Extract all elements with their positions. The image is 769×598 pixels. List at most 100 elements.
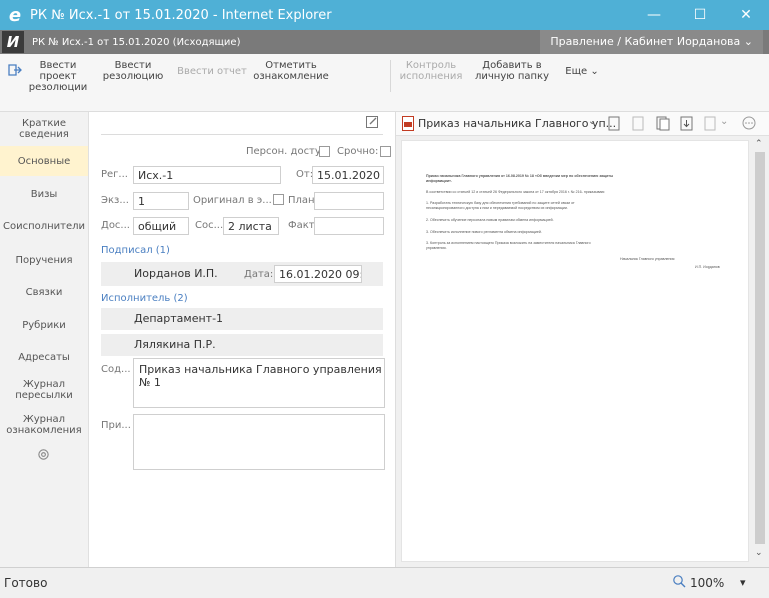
internet-explorer-icon: e [8, 4, 22, 26]
nav-label: сведения [19, 129, 69, 140]
download-icon[interactable] [680, 116, 694, 134]
execution-control-button[interactable]: Контроль исполнения [398, 60, 464, 82]
sign-date-field[interactable]: 16.01.2020 09:00 [274, 265, 362, 283]
nav-item-assignments[interactable]: Поручения [0, 246, 88, 274]
document-line: 3. Контроль за исполнением настоящего Пр… [426, 241, 591, 245]
viewer-scrollbar[interactable]: ⌃ ⌄ [752, 138, 768, 564]
signed-section-title[interactable]: Подписал (1) [101, 245, 170, 256]
more-button[interactable]: Еще ⌄ [560, 66, 604, 77]
nav-item-forwarding-log[interactable]: Журнал пересылки [0, 374, 88, 404]
nav-label: Журнал [22, 414, 66, 425]
zoom-level[interactable]: 100% [690, 576, 724, 590]
sign-date-label: Дата: [244, 269, 274, 280]
close-button[interactable]: ✕ [723, 7, 769, 23]
nav-item-summary[interactable]: Краткие сведения [0, 116, 88, 142]
copy-label: Экз... [101, 195, 129, 206]
urgent-checkbox[interactable] [380, 146, 391, 157]
edit-icon[interactable] [632, 116, 646, 134]
signature-name: И.П. Иорданов [695, 265, 720, 269]
button-label: Ввести отчет [177, 66, 247, 77]
nav-label: Связки [25, 287, 63, 298]
nav-label: Рубрики [22, 320, 66, 331]
nav-item-main[interactable]: Основные [0, 146, 88, 176]
zoom-dropdown-icon[interactable]: ▾ [740, 576, 746, 589]
add-to-personal-folder-button[interactable]: Добавить в личную папку [474, 60, 550, 82]
gear-icon[interactable] [37, 448, 50, 464]
executor-section-title[interactable]: Исполнитель (2) [101, 293, 188, 304]
nav-label: Основные [17, 156, 71, 167]
nav-item-visas[interactable]: Визы [0, 180, 88, 208]
personal-access-checkbox[interactable] [319, 146, 330, 157]
nav-item-acquaintance-log[interactable]: Журнал ознакомления [0, 410, 88, 440]
document-viewer: Приказ начальника Главного уп... ⌄ ⌄ При… [395, 112, 769, 567]
nav-label: Краткие [21, 118, 67, 129]
enter-draft-resolution-button[interactable]: Ввести проект резолюции [28, 60, 88, 93]
scroll-down-icon[interactable]: ⌄ [755, 548, 763, 558]
maximize-button[interactable]: ☐ [677, 7, 723, 23]
nav-label: Соисполнители [2, 221, 86, 232]
content-text: Приказ начальника Главного управления № … [139, 363, 382, 389]
nav-label: Адресаты [18, 352, 70, 363]
date-from-field[interactable]: 15.01.2020 [312, 166, 384, 184]
back-icon[interactable] [6, 62, 22, 81]
nav-label: Поручения [15, 255, 73, 266]
minimize-button[interactable]: — [631, 7, 677, 23]
copy-field[interactable]: 1 [133, 192, 189, 210]
toolbar-divider [390, 60, 391, 92]
reg-number-field[interactable]: Исх.-1 [133, 166, 281, 184]
executor-name: Лялякина П.Р. [134, 338, 216, 351]
nav-label: Визы [30, 189, 58, 200]
mark-acquaintance-button[interactable]: Отметить ознакомление [252, 60, 330, 82]
document-line: 2. Обеспечить обучение персонала новым п… [426, 218, 554, 222]
copy-icon[interactable] [656, 116, 670, 134]
nav-item-links[interactable]: Связки [0, 278, 88, 306]
executor-name: Департамент-1 [134, 312, 224, 325]
viewer-toolbar: Приказ начальника Главного уп... ⌄ ⌄ [396, 112, 769, 136]
original-checkbox[interactable] [273, 194, 284, 205]
nav-item-rubrics[interactable]: Рубрики [0, 310, 88, 338]
scroll-up-icon[interactable]: ⌃ [755, 139, 763, 149]
button-label: Ввести проект [39, 60, 77, 82]
document-icon[interactable] [704, 116, 718, 134]
edit-icon[interactable] [365, 115, 379, 132]
sheets-field[interactable]: 2 листа [223, 217, 279, 235]
zoom-icon[interactable] [672, 574, 686, 591]
document-line: информации». [426, 179, 453, 183]
chevron-down-icon[interactable]: ⌄ [588, 116, 596, 127]
chevron-down-icon: ⌄ [743, 35, 753, 48]
button-label: резолюцию [102, 71, 164, 82]
file-selector[interactable]: Приказ начальника Главного уп... [418, 117, 616, 130]
page-view-icon[interactable] [608, 116, 622, 134]
divider [101, 134, 383, 135]
sidebar-nav: Краткие сведения Основные Визы Соисполни… [0, 112, 89, 567]
scrollbar-thumb[interactable] [755, 152, 765, 544]
signer-name: Иорданов И.П. [134, 267, 218, 280]
access-field[interactable]: общий [133, 217, 189, 235]
nav-item-addressees[interactable]: Адресаты [0, 342, 88, 370]
enter-report-button[interactable]: Ввести отчет [176, 66, 248, 77]
document-line: 1. Разработать техническую базу для обес… [426, 201, 575, 205]
button-label: Еще ⌄ [565, 66, 599, 77]
date-from-label: От: [296, 169, 314, 180]
fact-field[interactable] [314, 217, 384, 235]
reg-number-label: Рег... [101, 169, 128, 180]
note-textarea[interactable] [133, 414, 385, 470]
button-label: Отметить [265, 60, 317, 71]
signature-title: Начальник Главного управления [620, 257, 675, 261]
nav-label: ознакомления [6, 425, 82, 436]
enter-resolution-button[interactable]: Ввести резолюцию [100, 60, 166, 82]
button-label: личную папку [474, 71, 549, 82]
user-selector[interactable]: Правление / Кабинет Иорданова ⌄ [540, 30, 763, 54]
access-label: Дос... [101, 220, 130, 231]
content-textarea[interactable]: Приказ начальника Главного управления № … [133, 358, 385, 408]
more-options-icon[interactable] [742, 116, 756, 133]
document-line: управления. [426, 246, 447, 250]
button-label: ознакомление [253, 71, 329, 82]
urgent-label: Срочно: [337, 146, 379, 157]
plan-field[interactable] [314, 192, 384, 210]
status-text: Готово [4, 576, 48, 590]
window-title-bar: e РК № Исх.-1 от 15.01.2020 - Internet E… [0, 0, 769, 30]
document-page: Приказ начальника Главного управления от… [401, 140, 749, 562]
chevron-down-icon[interactable]: ⌄ [720, 116, 728, 127]
nav-item-coexecutors[interactable]: Соисполнители [0, 212, 88, 240]
